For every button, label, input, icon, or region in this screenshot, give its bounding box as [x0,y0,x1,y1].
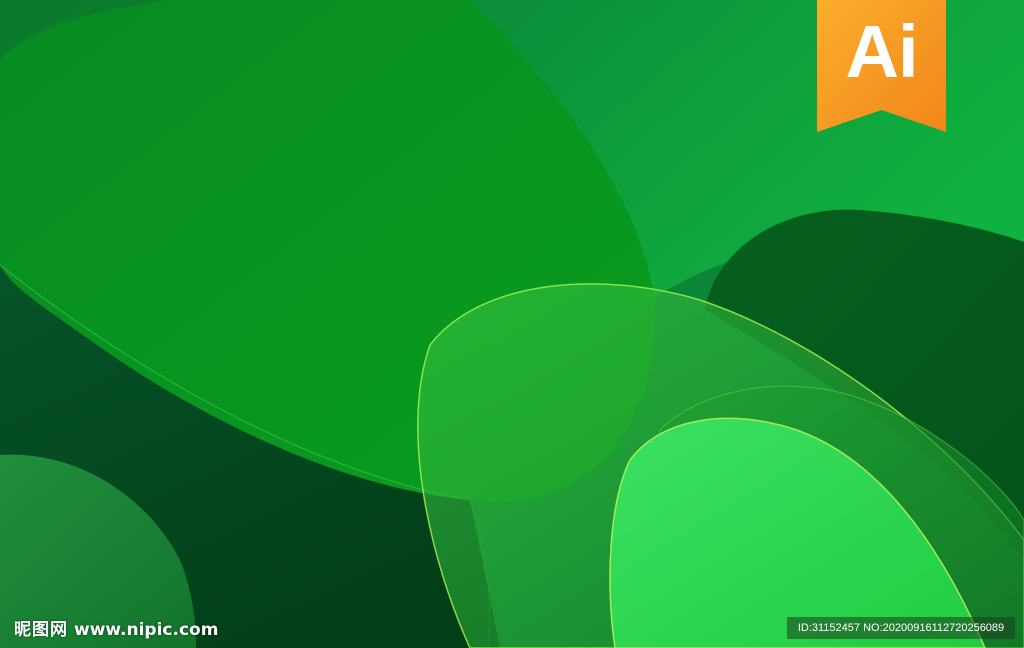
site-url: www.nipic.com [74,620,219,640]
ai-badge-label: Ai [845,10,919,93]
site-watermark: 昵图网 www.nipic.com [14,618,218,642]
image-id-watermark: ID:31152457 NO:20200916112720256089 [787,617,1015,639]
site-name: 昵图网 [14,620,68,640]
artwork-canvas: Ai 昵图网 www.nipic.com ID:31152457 NO:20200… [0,0,1024,648]
ai-badge: Ai [817,0,946,132]
